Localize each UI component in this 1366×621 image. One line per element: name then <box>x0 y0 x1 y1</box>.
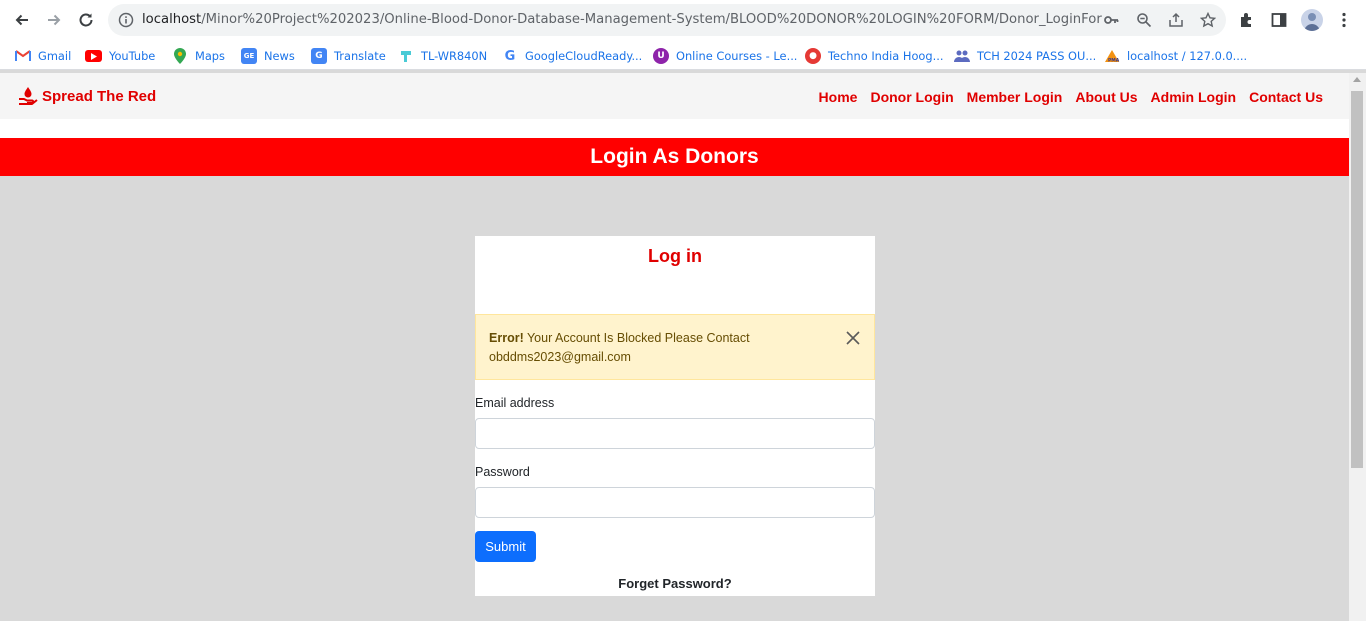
password-label: Password <box>475 465 530 479</box>
bookmark-label: localhost / 127.0.0.... <box>1127 49 1248 63</box>
bookmark-tplink[interactable]: TL-WR840N <box>398 47 487 65</box>
site-info-icon[interactable] <box>118 12 134 28</box>
bookmark-label: News <box>264 49 295 63</box>
nav-links: Home Donor Login Member Login About Us A… <box>806 89 1323 105</box>
courses-icon: U <box>653 48 669 64</box>
email-label: Email address <box>475 396 555 410</box>
brand-logo[interactable]: Spread The Red <box>18 87 156 105</box>
bookmark-label: GoogleCloudReady... <box>525 49 643 63</box>
site-navbar: Spread The Red Home Donor Login Member L… <box>0 73 1349 119</box>
profile-avatar[interactable] <box>1301 9 1323 31</box>
bookmark-label: TCH 2024 PASS OU... <box>977 49 1097 63</box>
bookmark-localhost[interactable]: PMA localhost / 127.0.0.... <box>1104 47 1247 65</box>
bookmark-label: TL-WR840N <box>421 49 488 63</box>
group-icon <box>954 48 970 64</box>
forget-password-link[interactable]: Forget Password? <box>475 576 875 591</box>
menu-dots-icon[interactable] <box>1334 10 1354 30</box>
donate-hand-icon <box>19 87 38 105</box>
bookmark-maps[interactable]: Maps <box>172 47 225 65</box>
youtube-icon <box>85 50 102 62</box>
reload-icon[interactable] <box>74 8 98 32</box>
url-text[interactable]: localhost/Minor%20Project%202023/Online-… <box>142 12 1102 27</box>
bookmark-courses[interactable]: U Online Courses - Le... <box>653 47 797 65</box>
zoom-icon[interactable] <box>1135 11 1153 29</box>
nav-donor-login[interactable]: Donor Login <box>870 89 953 105</box>
alert-strong: Error! <box>489 331 524 345</box>
bookmark-label: YouTube <box>109 49 156 63</box>
techno-icon: ● <box>805 48 821 64</box>
submit-button[interactable]: Submit <box>475 531 536 562</box>
nav-member-login[interactable]: Member Login <box>967 89 1063 105</box>
alert-message: Your Account Is Blocked Please Contact o… <box>489 331 750 364</box>
page-title: Login As Donors <box>590 145 759 168</box>
brand-name: Spread The Red <box>42 87 157 105</box>
news-icon: GE <box>241 48 257 64</box>
bookmarks-bar: Gmail YouTube Maps GE News G Translate T… <box>0 40 1366 70</box>
page-banner: Login As Donors <box>0 138 1349 176</box>
page-content: Spread The Red Home Donor Login Member L… <box>0 73 1349 621</box>
bookmark-youtube[interactable]: YouTube <box>85 47 155 65</box>
password-field[interactable] <box>475 487 875 518</box>
nav-about-us[interactable]: About Us <box>1075 89 1137 105</box>
bookmark-news[interactable]: GE News <box>241 47 295 65</box>
bookmark-star-icon[interactable] <box>1199 11 1217 29</box>
side-panel-icon[interactable] <box>1269 10 1289 30</box>
back-arrow-icon[interactable] <box>10 8 34 32</box>
bookmark-tch[interactable]: TCH 2024 PASS OU... <box>954 47 1096 65</box>
nav-contact-us[interactable]: Contact Us <box>1249 89 1323 105</box>
address-bar[interactable]: localhost/Minor%20Project%202023/Online-… <box>108 4 1226 36</box>
url-host: localhost <box>142 12 202 27</box>
bookmark-label: Gmail <box>38 49 72 63</box>
share-icon[interactable] <box>1167 11 1185 29</box>
error-alert: Error! Your Account Is Blocked Please Co… <box>475 314 875 380</box>
nav-admin-login[interactable]: Admin Login <box>1151 89 1237 105</box>
bookmark-gmail[interactable]: Gmail <box>15 47 71 65</box>
key-icon[interactable] <box>1102 11 1120 29</box>
browser-toolbar: localhost/Minor%20Project%202023/Online-… <box>0 0 1366 40</box>
close-icon[interactable] <box>844 329 862 347</box>
bookmark-label: Translate <box>334 49 386 63</box>
email-field[interactable] <box>475 418 875 449</box>
bookmark-googlecloud[interactable]: G GoogleCloudReady... <box>502 47 643 65</box>
google-icon: G <box>504 48 516 64</box>
phpmyadmin-icon: PMA <box>1104 48 1120 64</box>
login-title: Log in <box>648 246 702 266</box>
gmail-icon <box>15 48 31 64</box>
page-scrollbar[interactable] <box>1349 73 1366 621</box>
tplink-icon <box>398 48 414 64</box>
login-card: Log in Error! Your Account Is Blocked Pl… <box>475 236 875 596</box>
url-path: /Minor%20Project%202023/Online-Blood-Don… <box>201 12 1102 27</box>
bookmark-techno[interactable]: ● Techno India Hoog... <box>805 47 944 65</box>
translate-icon: G <box>311 48 327 64</box>
forward-arrow-icon[interactable] <box>42 8 66 32</box>
nav-home[interactable]: Home <box>819 89 858 105</box>
extensions-icon[interactable] <box>1237 10 1257 30</box>
scroll-up-arrow-icon[interactable] <box>1353 77 1361 82</box>
bookmark-label: Techno India Hoog... <box>828 49 944 63</box>
spacer <box>0 119 1349 138</box>
bookmark-label: Online Courses - Le... <box>676 49 798 63</box>
bookmark-label: Maps <box>195 49 225 63</box>
bookmark-translate[interactable]: G Translate <box>311 47 386 65</box>
svg-text:PMA: PMA <box>1108 58 1120 64</box>
maps-icon <box>172 48 188 64</box>
scroll-thumb[interactable] <box>1351 91 1363 468</box>
